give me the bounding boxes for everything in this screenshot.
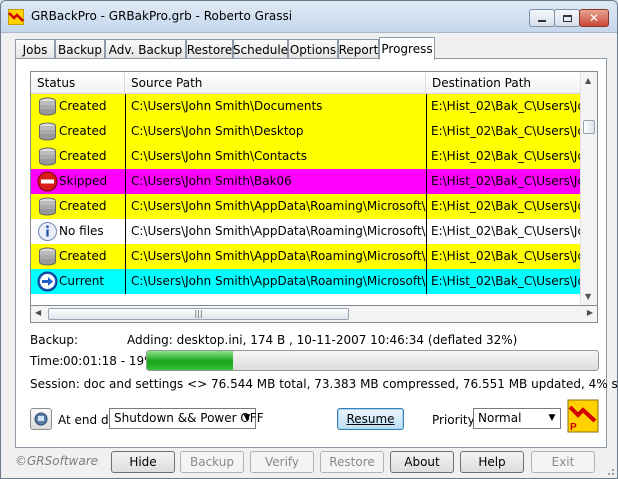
row-source-path: C:\Users\John Smith\Documents — [125, 94, 426, 119]
tab-options[interactable]: Options — [288, 39, 338, 59]
list-row[interactable]: Current C:\Users\John Smith\AppData\Roami… — [31, 269, 580, 294]
tab-backup[interactable]: Backup — [55, 39, 105, 59]
app-logo-icon — [8, 9, 24, 25]
row-status: No files — [59, 224, 104, 238]
progress-bar-fill — [147, 351, 233, 370]
row-source-path: C:\Users\John Smith\AppData\Roaming\Micr… — [125, 244, 426, 269]
about-button[interactable]: About — [390, 451, 454, 473]
scroll-up-icon[interactable]: ▲ — [585, 76, 591, 85]
row-destination-path: E:\Hist_02\Bak_C\Users\John — [426, 169, 580, 194]
scroll-left-icon[interactable]: ◀ — [35, 308, 41, 317]
restore-button[interactable]: Restore — [320, 451, 384, 473]
priority-label: Priority: — [432, 413, 478, 427]
verify-button[interactable]: Verify — [250, 451, 314, 473]
close-button[interactable]: ✕ — [579, 9, 609, 27]
row-source-path: C:\Users\John Smith\AppData\Roaming\Micr… — [125, 194, 426, 219]
at-end-select[interactable]: Shutdown && Power OFF ▼ — [109, 408, 264, 429]
column-header-status[interactable]: Status — [31, 72, 125, 94]
progress-list[interactable]: Status Source Path Destination Path Crea… — [30, 71, 598, 306]
backup-detail: Adding: desktop.ini, 174 B , 10-11-2007 … — [127, 333, 518, 347]
row-destination-path: E:\Hist_02\Bak_C\Users\John — [426, 119, 580, 144]
restore-button-label: Restore — [329, 455, 375, 469]
shutdown-icon[interactable] — [30, 408, 52, 430]
list-row[interactable]: Skipped C:\Users\John Smith\Bak06 E:\Hist_… — [31, 169, 580, 194]
minimize-icon — [538, 20, 546, 22]
row-source-path: C:\Users\John Smith\AppData\Roaming\Micr… — [125, 219, 426, 244]
list-row[interactable]: Created C:\Users\John Smith\AppData\Roami… — [31, 244, 580, 269]
maximize-button[interactable] — [554, 9, 580, 27]
scroll-right-icon[interactable]: ▶ — [587, 308, 593, 317]
window-title: GRBackPro - GRBakPro.grb - Roberto Grass… — [31, 9, 293, 23]
horizontal-scrollbar[interactable]: ◀ ||| ▶ — [30, 306, 598, 323]
list-row[interactable]: Created C:\Users\John Smith\Contacts E:\Hi… — [31, 144, 580, 169]
svg-text:P: P — [570, 422, 577, 433]
hide-button[interactable]: Hide — [111, 451, 175, 473]
vertical-scrollbar[interactable]: ▲ ▼ — [580, 72, 597, 305]
close-icon: ✕ — [588, 11, 600, 25]
tab-bar: Jobs Backup Adv. Backup Restore Schedule… — [15, 37, 607, 60]
tab-jobs[interactable]: Jobs — [15, 39, 55, 59]
computer-icon — [34, 412, 48, 426]
backup-button-label: Backup — [190, 455, 234, 469]
row-source-path: C:\Users\John Smith\Desktop — [125, 119, 426, 144]
exit-button-label: Exit — [551, 455, 575, 469]
copyright-label: ©GRSoftware — [15, 454, 99, 468]
help-button-label: Help — [478, 455, 506, 469]
priority-value: Normal — [478, 411, 522, 425]
row-destination-path: E:\Hist_02\Bak_C\Users\John — [426, 244, 580, 269]
row-destination-path: E:\Hist_02\Bak_C\Users\John — [426, 219, 580, 244]
column-header-destination-path[interactable]: Destination Path — [426, 72, 580, 94]
chevron-down-icon: ▼ — [548, 413, 556, 423]
row-destination-path: E:\Hist_02\Bak_C\Users\John — [426, 144, 580, 169]
row-source-path: C:\Users\John Smith\AppData\Roaming\Micr… — [125, 269, 426, 294]
list-row[interactable]: Created C:\Users\John Smith\Documents E:\H… — [31, 94, 580, 119]
priority-select[interactable]: Normal ▼ — [473, 408, 561, 429]
exit-button[interactable]: Exit — [531, 451, 595, 473]
backup-label: Backup: — [30, 333, 79, 347]
row-status: Created — [59, 99, 107, 113]
minimize-button[interactable] — [529, 9, 555, 27]
row-status: Created — [59, 249, 107, 263]
title-bar: GRBackPro - GRBakPro.grb - Roberto Grass… — [1, 1, 617, 33]
row-source-path: C:\Users\John Smith\Contacts — [125, 144, 426, 169]
hide-button-label: Hide — [129, 455, 157, 469]
row-status: Created — [59, 199, 107, 213]
tab-adv-backup[interactable]: Adv. Backup — [105, 39, 186, 59]
progress-bar — [146, 350, 599, 371]
help-button[interactable]: Help — [460, 451, 524, 473]
list-row[interactable]: No files C:\Users\John Smith\AppData\Roam… — [31, 219, 580, 244]
row-destination-path: E:\Hist_02\Bak_C\Users\John — [426, 194, 580, 219]
tab-restore[interactable]: Restore — [186, 39, 233, 59]
row-destination-path: E:\Hist_02\Bak_C\Users\John — [426, 94, 580, 119]
resume-label: Resume — [346, 412, 395, 426]
tab-report[interactable]: Report — [338, 39, 379, 59]
app-window: GRBackPro - GRBakPro.grb - Roberto Grass… — [0, 0, 618, 479]
row-status: Current — [59, 274, 105, 288]
list-row[interactable]: Created C:\Users\John Smith\AppData\Roami… — [31, 194, 580, 219]
tab-schedule[interactable]: Schedule — [233, 39, 288, 59]
resize-grip-icon[interactable] — [605, 466, 615, 476]
row-source-path: C:\Users\John Smith\Bak06 — [125, 169, 426, 194]
chevron-down-icon: ▼ — [243, 413, 251, 423]
column-header-source-path[interactable]: Source Path — [125, 72, 426, 94]
about-button-label: About — [404, 455, 440, 469]
verify-button-label: Verify — [264, 455, 300, 469]
session-summary: Session: doc and settings <> 76.544 MB t… — [30, 377, 618, 391]
maximize-icon — [562, 14, 572, 22]
vertical-scroll-thumb[interactable] — [583, 120, 595, 134]
time-label: Time: — [30, 354, 64, 368]
horizontal-scroll-thumb[interactable]: ||| — [48, 308, 349, 320]
grbackpro-logo: P — [567, 399, 599, 433]
tab-progress[interactable]: Progress — [379, 37, 435, 60]
backup-button[interactable]: Backup — [180, 451, 244, 473]
list-row[interactable]: Created C:\Users\John Smith\Desktop E:\His… — [31, 119, 580, 144]
row-status: Created — [59, 124, 107, 138]
time-value: 00:01:18 - 19% — [63, 354, 156, 368]
scroll-down-icon[interactable]: ▼ — [585, 292, 591, 301]
list-header: Status Source Path Destination Path — [31, 72, 580, 94]
row-destination-path: E:\Hist_02\Bak_C\Users\John — [426, 269, 580, 294]
row-status: Created — [59, 149, 107, 163]
resume-button[interactable]: Resume — [337, 408, 404, 430]
row-status: Skipped — [59, 174, 108, 188]
